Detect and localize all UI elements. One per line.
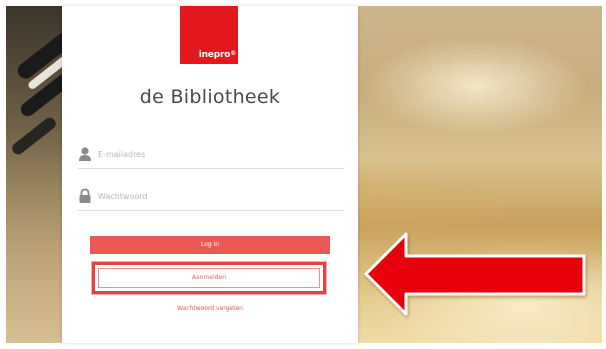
email-input[interactable] <box>98 144 338 164</box>
user-icon <box>78 146 92 162</box>
register-button[interactable]: Aanmelden <box>92 262 326 294</box>
password-input[interactable] <box>98 186 338 206</box>
lock-icon <box>78 188 92 204</box>
forgot-password-link[interactable]: Wachtwoord vergeten <box>62 305 358 312</box>
login-button[interactable]: Log in <box>90 236 330 254</box>
password-field[interactable] <box>78 184 344 211</box>
login-screen: inepro® de Bibliotheek Log in <box>0 0 606 349</box>
brand-logo: inepro® <box>180 6 238 64</box>
email-field[interactable] <box>78 142 344 169</box>
page-title: de Bibliotheek <box>139 86 281 108</box>
brand-logo-text: inepro® <box>198 50 236 60</box>
register-button-label: Aanmelden <box>98 268 320 288</box>
login-panel: inepro® de Bibliotheek Log in <box>62 6 358 343</box>
arrow-left-icon <box>364 232 586 316</box>
frame-edge <box>602 0 606 337</box>
